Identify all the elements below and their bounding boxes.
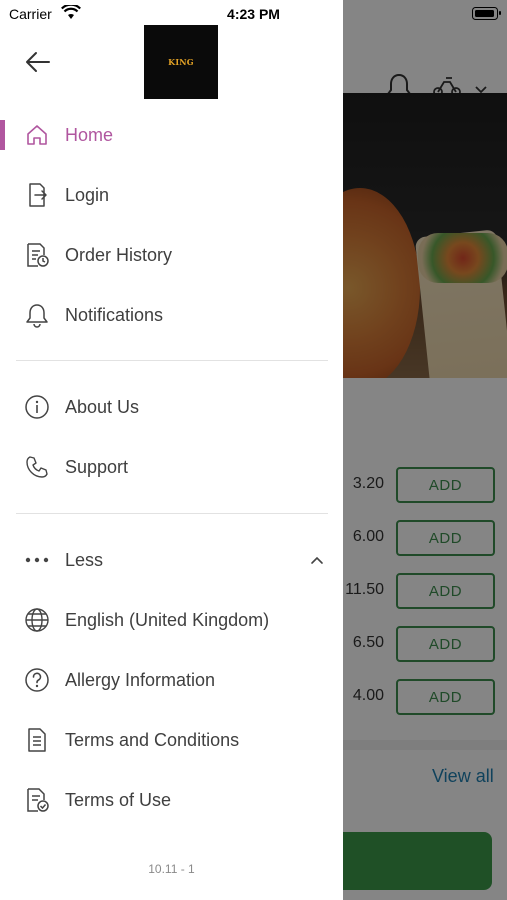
bell-icon — [23, 301, 51, 329]
status-bar: Carrier 4:23 PM — [0, 0, 507, 28]
home-icon — [23, 121, 51, 149]
menu-item-support[interactable]: Support — [0, 445, 343, 489]
menu-label-terms-and-conditions: Terms and Conditions — [65, 729, 240, 750]
less-toggle[interactable]: Less — [0, 538, 343, 582]
menu-item-terms-and-conditions[interactable]: Terms and Conditions — [0, 718, 343, 762]
menu-item-allergy-information[interactable]: Allergy Information — [0, 658, 343, 702]
menu-item-home[interactable]: Home — [0, 113, 343, 157]
back-button[interactable] — [22, 48, 54, 80]
menu-item-language[interactable]: English (United Kingdom) — [0, 598, 343, 642]
phone-icon — [23, 453, 51, 481]
info-icon — [23, 393, 51, 421]
menu-label-home: Home — [65, 124, 114, 145]
menu-label-login: Login — [65, 184, 110, 205]
arrow-left-icon — [25, 51, 51, 78]
logo-text: KING — [168, 57, 194, 67]
status-time: 4:23 PM — [227, 6, 280, 22]
login-icon — [23, 181, 51, 209]
active-indicator — [0, 120, 5, 150]
more-dots-icon — [23, 546, 51, 574]
battery-icon — [472, 7, 501, 20]
chevron-up-icon — [310, 552, 324, 570]
menu-label-support: Support — [65, 456, 129, 477]
menu-item-about-us[interactable]: About Us — [0, 385, 343, 429]
menu-label-language: English (United Kingdom) — [65, 609, 270, 630]
menu-item-terms-of-use[interactable]: Terms of Use — [0, 778, 343, 822]
menu-item-order-history[interactable]: Order History — [0, 233, 343, 277]
app-version: 10.11 - 1 — [148, 862, 195, 876]
menu-item-notifications[interactable]: Notifications — [0, 293, 343, 337]
globe-icon — [23, 606, 51, 634]
question-icon — [23, 666, 51, 694]
menu-label-order-history: Order History — [65, 244, 173, 265]
restaurant-logo: KING — [144, 25, 218, 99]
document-check-icon — [23, 786, 51, 814]
navigation-drawer: KING Home Login Order History Notificati… — [0, 0, 343, 900]
document-icon — [23, 726, 51, 754]
menu-label-allergy-information: Allergy Information — [65, 669, 216, 690]
menu-label-notifications: Notifications — [65, 304, 164, 325]
less-toggle-label: Less — [65, 549, 104, 570]
menu-label-about-us: About Us — [65, 396, 140, 417]
menu-divider — [16, 360, 328, 361]
order-history-icon — [23, 241, 51, 269]
menu-divider — [16, 513, 328, 514]
menu-item-login[interactable]: Login — [0, 173, 343, 217]
menu-label-terms-of-use: Terms of Use — [65, 789, 172, 810]
